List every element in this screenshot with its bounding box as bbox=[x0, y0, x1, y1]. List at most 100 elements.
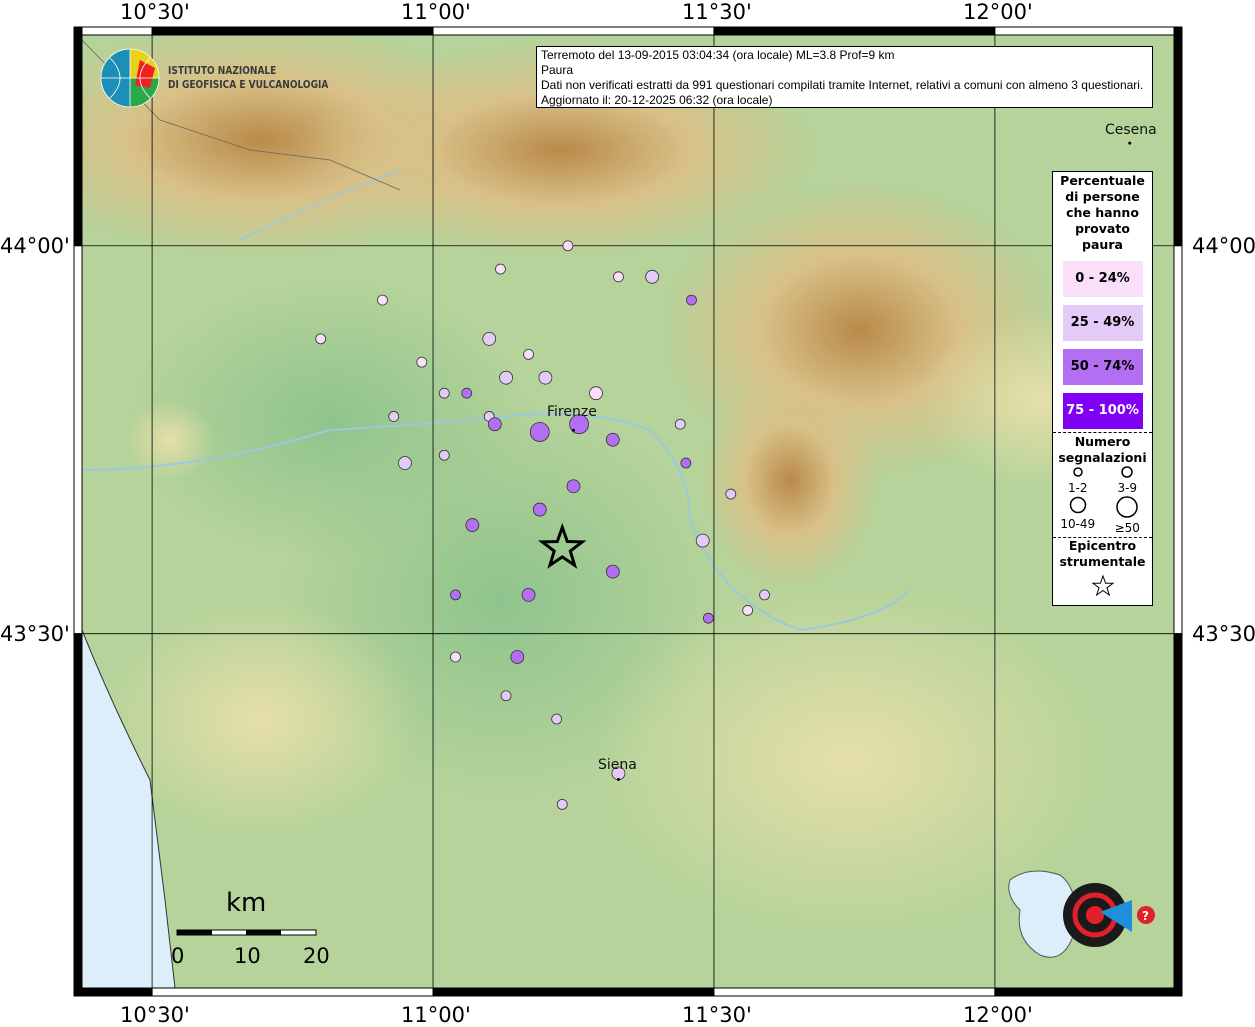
observation-point[interactable] bbox=[566, 479, 581, 494]
city-label-firenze: Firenze bbox=[547, 404, 597, 420]
observation-point[interactable] bbox=[510, 650, 525, 664]
observation-point[interactable] bbox=[465, 518, 480, 532]
lon-label-top-4: 12°00' bbox=[963, 0, 1033, 24]
observation-point[interactable] bbox=[438, 449, 450, 461]
lon-label-bottom-2: 11°00' bbox=[401, 1003, 471, 1027]
legend-size-50-plus: ≥50 bbox=[1103, 495, 1153, 535]
city-label-siena: Siena bbox=[598, 757, 637, 773]
lon-label-top-3: 11°30' bbox=[682, 0, 752, 24]
scale-bar bbox=[176, 929, 317, 936]
legend-size-1-2: 1-2 bbox=[1053, 466, 1103, 495]
observation-point[interactable] bbox=[702, 612, 714, 624]
legend-class-25-49: 25 - 49% bbox=[1062, 305, 1143, 341]
frame-segment bbox=[994, 987, 1183, 997]
lat-label-left-1: 44°00' bbox=[0, 234, 70, 258]
scale-tick-10: 10 bbox=[234, 944, 261, 968]
observation-point[interactable] bbox=[759, 589, 770, 601]
frame-segment bbox=[73, 987, 153, 997]
ingv-logo bbox=[100, 48, 160, 108]
observation-point[interactable] bbox=[605, 432, 620, 447]
observation-point[interactable] bbox=[377, 294, 388, 306]
frame-segment bbox=[713, 26, 996, 36]
observation-point[interactable] bbox=[674, 418, 686, 430]
lon-label-top-1: 10°30' bbox=[120, 0, 190, 24]
svg-text:?: ? bbox=[1142, 909, 1149, 923]
terrain bbox=[82, 35, 1174, 988]
observation-point[interactable] bbox=[461, 387, 473, 399]
observation-point[interactable] bbox=[686, 294, 697, 306]
observation-point[interactable] bbox=[551, 713, 563, 725]
scale-unit: km bbox=[226, 888, 267, 918]
legend-star-icon bbox=[1091, 574, 1114, 597]
frame-segment bbox=[432, 987, 715, 997]
frame-segment bbox=[432, 26, 715, 36]
legend-size-10-49: 10-49 bbox=[1053, 495, 1103, 535]
city-label-cesena: Cesena bbox=[1105, 122, 1157, 138]
lat-label-right-1: 44°00' bbox=[1192, 234, 1255, 258]
scale-tick-20: 20 bbox=[303, 944, 330, 968]
city-marker bbox=[571, 428, 575, 432]
lon-label-bottom-3: 11°30' bbox=[682, 1003, 752, 1027]
legend-class-0-24: 0 - 24% bbox=[1062, 261, 1143, 297]
frame-segment bbox=[994, 26, 1183, 36]
frame-segment bbox=[1173, 633, 1183, 997]
legend-class-50-74: 50 - 74% bbox=[1062, 349, 1143, 385]
lon-label-bottom-1: 10°30' bbox=[120, 1003, 190, 1027]
observation-point[interactable] bbox=[695, 533, 710, 548]
city-marker bbox=[616, 777, 620, 781]
observation-point[interactable] bbox=[487, 417, 502, 432]
lon-label-bottom-4: 12°00' bbox=[963, 1003, 1033, 1027]
lat-label-left-2: 43°30' bbox=[0, 622, 70, 646]
frame-segment bbox=[73, 26, 153, 36]
event-title: Terremoto del 13-09-2015 03:04:34 (ora l… bbox=[541, 48, 895, 62]
observation-point[interactable] bbox=[742, 605, 754, 616]
frame-segment bbox=[151, 987, 434, 997]
observation-point[interactable] bbox=[613, 271, 624, 283]
observation-point[interactable] bbox=[500, 690, 512, 702]
frame-segment bbox=[73, 633, 83, 997]
observation-point[interactable] bbox=[680, 457, 692, 469]
observation-point[interactable] bbox=[450, 651, 461, 663]
city-marker bbox=[1128, 141, 1132, 145]
observation-point[interactable] bbox=[482, 331, 497, 346]
observation-point[interactable] bbox=[605, 564, 620, 579]
observation-point[interactable] bbox=[725, 488, 737, 500]
observation-point[interactable] bbox=[398, 456, 412, 470]
observation-point[interactable] bbox=[438, 387, 450, 399]
legend-title: Percentuale di persone che hanno provato… bbox=[1060, 173, 1145, 252]
observation-point[interactable] bbox=[521, 588, 536, 602]
frame-segment bbox=[151, 26, 434, 36]
frame-segment bbox=[1173, 26, 1183, 247]
observation-point[interactable] bbox=[416, 356, 428, 368]
observation-point[interactable] bbox=[499, 370, 513, 385]
observation-point[interactable] bbox=[315, 333, 327, 345]
observation-point[interactable] bbox=[388, 411, 400, 422]
observation-point[interactable] bbox=[645, 269, 660, 284]
ingv-line2: DI GEOFISICA E VULCANOLOGIA bbox=[168, 78, 329, 91]
frame-segment bbox=[1173, 245, 1183, 635]
data-note: Dati non verificati estratti da 991 ques… bbox=[541, 78, 1144, 92]
legend-epicenter-title: Epicentro strumentale bbox=[1059, 538, 1146, 569]
observation-point[interactable] bbox=[538, 370, 553, 385]
observation-point[interactable] bbox=[523, 348, 534, 360]
observation-point[interactable] bbox=[589, 386, 603, 401]
legend-class-75-100: 75 - 100% bbox=[1062, 393, 1143, 429]
legend-size-3-9: 3-9 bbox=[1103, 466, 1153, 495]
event-info-box: Terremoto del 13-09-2015 03:04:34 (ora l… bbox=[536, 46, 1153, 108]
frame-segment bbox=[713, 987, 996, 997]
ingv-logo-text: ISTITUTO NAZIONALE DI GEOFISICA E VULCAN… bbox=[168, 64, 328, 92]
observation-point[interactable] bbox=[562, 240, 574, 252]
observation-point[interactable] bbox=[532, 502, 547, 517]
lat-label-right-2: 43°30' bbox=[1192, 622, 1255, 646]
map-parameter: Paura bbox=[541, 63, 574, 77]
observation-point[interactable] bbox=[495, 263, 506, 275]
update-time: Aggiornato il: 20-12-2025 06:32 (ora loc… bbox=[541, 93, 773, 107]
observation-point[interactable] bbox=[556, 798, 568, 810]
legend: Percentuale di persone che hanno provato… bbox=[1052, 171, 1153, 606]
legend-count-title: Numero segnalazioni bbox=[1058, 434, 1147, 465]
scale-tick-0: 0 bbox=[171, 944, 185, 968]
observation-point[interactable] bbox=[450, 589, 461, 601]
frame-segment bbox=[73, 26, 83, 247]
ingv-line1: ISTITUTO NAZIONALE bbox=[168, 64, 277, 77]
observation-point[interactable] bbox=[529, 422, 550, 442]
